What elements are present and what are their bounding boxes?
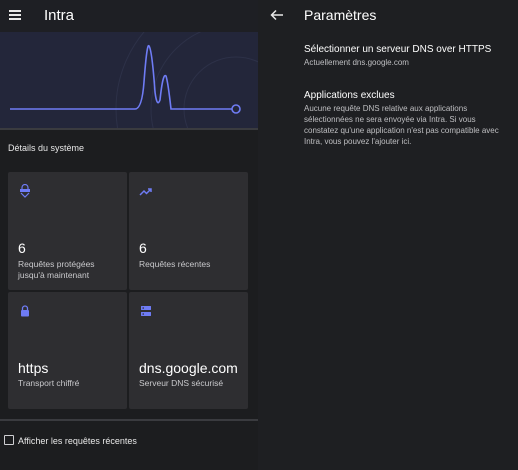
- app-bar: Intra: [0, 0, 258, 32]
- protected-queries-label: Requêtes protégées jusqu'à maintenant: [18, 259, 95, 280]
- card-protected-queries: 6 Requêtes protégées jusqu'à maintenant: [8, 172, 127, 290]
- dns-server-icon: [141, 306, 151, 316]
- pref-excluded-apps-title: Applications exclues: [304, 90, 395, 101]
- back-arrow-icon[interactable]: [270, 8, 284, 22]
- dns-server-value: dns.google.com: [139, 360, 238, 376]
- transport-label: Transport chiffré: [18, 378, 80, 388]
- settings-title: Paramètres: [304, 7, 377, 23]
- activity-graph: [0, 32, 258, 128]
- settings-panel: Paramètres Sélectionner un serveur DNS o…: [258, 0, 518, 470]
- pulse-graph-icon: [10, 32, 258, 128]
- recent-queries-value: 6: [139, 240, 147, 256]
- shield-lock-icon: [20, 184, 30, 198]
- divider: [0, 128, 258, 130]
- recent-queries-label: Requêtes récentes: [139, 259, 211, 269]
- dns-server-label: Serveur DNS sécurisé: [139, 378, 224, 388]
- card-recent-queries: 6 Requêtes récentes: [129, 172, 248, 290]
- pref-excluded-apps-subtitle: Aucune requête DNS relative aux applicat…: [304, 104, 499, 146]
- card-dns-server: dns.google.com Serveur DNS sécurisé: [129, 292, 248, 409]
- divider: [0, 419, 258, 421]
- app-title: Intra: [44, 7, 75, 24]
- section-title: Détails du système: [8, 143, 85, 153]
- transport-value: https: [18, 360, 49, 376]
- card-transport: https Transport chiffré: [8, 292, 127, 409]
- show-recent-checkbox[interactable]: [4, 435, 14, 445]
- pref-dns-server-subtitle: Actuellement dns.google.com: [304, 58, 409, 67]
- trending-up-icon: [139, 188, 152, 196]
- show-recent-label[interactable]: Afficher les requêtes récentes: [18, 436, 137, 446]
- lock-icon: [21, 305, 29, 317]
- protected-queries-value: 6: [18, 240, 26, 256]
- menu-icon[interactable]: [9, 10, 21, 20]
- main-panel: Intra Détails du système 6 Requêtes prot…: [0, 0, 258, 470]
- pref-dns-server-title: Sélectionner un serveur DNS over HTTPS: [304, 44, 492, 55]
